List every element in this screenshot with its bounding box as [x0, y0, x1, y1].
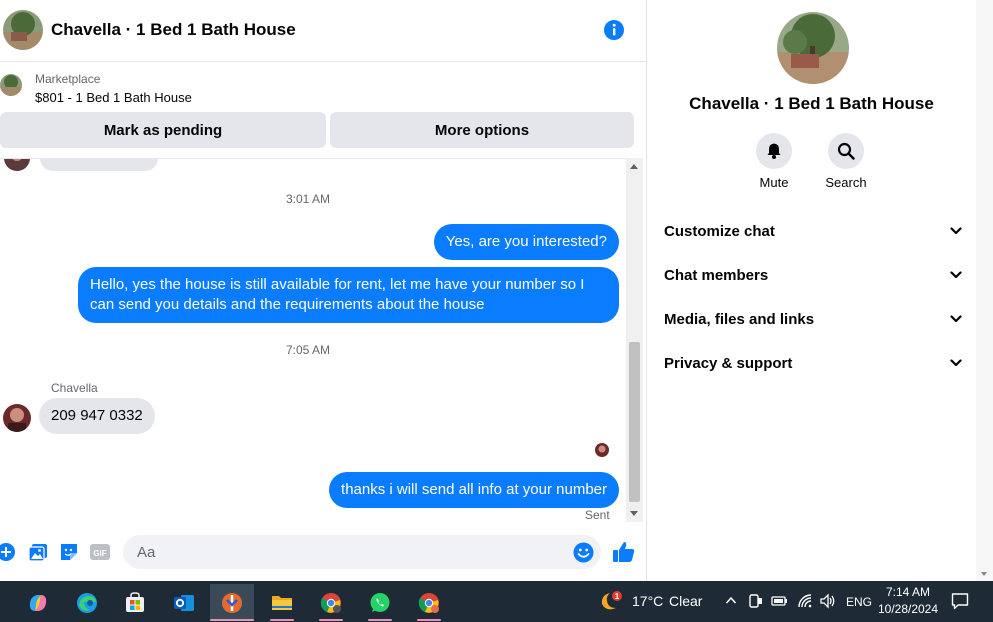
running-indicator	[417, 619, 441, 621]
message-bubble-incoming	[40, 159, 158, 171]
windows-taskbar: 1 17°C Clear ENG 7:14 AM 10/28/2024	[0, 581, 993, 622]
section-privacy-support[interactable]: Privacy & support	[664, 351, 962, 375]
chevron-down-icon	[950, 227, 962, 235]
chrome-icon	[320, 592, 341, 613]
message-bubble-incoming[interactable]: 209 947 0332	[39, 398, 155, 434]
gif-icon[interactable]: GIF	[90, 542, 110, 562]
edge-icon	[77, 592, 97, 613]
thumbs-up-icon[interactable]	[612, 540, 636, 564]
thread-scrollbar[interactable]	[626, 158, 643, 522]
message-input[interactable]	[123, 535, 601, 569]
sender-avatar[interactable]	[3, 404, 31, 432]
emoji-icon[interactable]	[573, 542, 594, 563]
clock-date[interactable]: 10/28/2024	[872, 602, 944, 616]
outlook-icon	[174, 594, 194, 611]
message-bubble-outgoing[interactable]: Hello, yes the house is still available …	[78, 267, 619, 323]
clock-time[interactable]: 7:14 AM	[872, 585, 944, 599]
scroll-up-arrow[interactable]	[630, 164, 638, 169]
chrome-profile-app[interactable]	[309, 584, 353, 621]
info-icon[interactable]	[603, 19, 625, 41]
weather-badge: 1	[615, 592, 620, 601]
copilot-app[interactable]	[16, 584, 60, 621]
chat-header: Chavella · 1 Bed 1 Bath House	[0, 0, 646, 62]
section-label: Media, files and links	[664, 310, 815, 328]
bell-icon	[767, 143, 781, 159]
timestamp: 7:05 AM	[285, 343, 331, 357]
photo-icon[interactable]	[28, 542, 48, 562]
section-label: Customize chat	[664, 222, 775, 240]
section-label: Chat members	[664, 266, 769, 284]
active-indicator	[210, 619, 254, 621]
weather-condition[interactable]: Clear	[669, 593, 702, 609]
section-label: Privacy & support	[664, 354, 793, 372]
running-indicator	[319, 619, 343, 621]
message-bubble-outgoing[interactable]: thanks i will send all info at your numb…	[329, 472, 619, 508]
conversation-info-panel: Chavella · 1 Bed 1 Bath House Mute Searc…	[646, 0, 993, 581]
plus-icon[interactable]	[0, 542, 16, 562]
folder-icon	[272, 595, 292, 610]
svg-text:GIF: GIF	[93, 549, 106, 558]
wifi-icon[interactable]	[797, 593, 813, 609]
section-customize-chat[interactable]: Customize chat	[664, 219, 962, 243]
mark-as-pending-button[interactable]: Mark as pending	[0, 112, 326, 148]
volume-icon[interactable]	[819, 593, 837, 609]
chevron-down-icon	[950, 359, 962, 367]
active-app[interactable]	[210, 584, 254, 621]
weather-temperature[interactable]: 17°C	[632, 593, 663, 609]
meet-icon[interactable]	[749, 593, 763, 609]
listing-thumbnail	[0, 74, 22, 96]
edge-app[interactable]	[65, 584, 109, 621]
battery-icon[interactable]	[771, 594, 788, 608]
weather-icon[interactable]: 1	[598, 590, 626, 614]
chevron-down-icon	[950, 271, 962, 279]
language-indicator[interactable]: ENG	[846, 595, 872, 609]
sender-name: Chavella	[51, 381, 98, 395]
avatar	[4, 159, 30, 171]
chrome-app[interactable]	[407, 584, 451, 621]
copilot-icon	[29, 594, 47, 611]
message-thread: 3:01 AM Yes, are you interested? Hello, …	[0, 158, 626, 522]
store-app[interactable]	[113, 584, 157, 621]
outlook-app[interactable]	[162, 584, 206, 621]
whatsapp-app[interactable]	[358, 584, 402, 621]
running-indicator	[270, 619, 294, 621]
search-button[interactable]	[828, 133, 864, 169]
chevron-down-icon	[950, 315, 962, 323]
chevron-up-icon[interactable]	[725, 595, 737, 605]
section-media-files-links[interactable]: Media, files and links	[664, 307, 962, 331]
conversation-title[interactable]: Chavella · 1 Bed 1 Bath House	[51, 20, 296, 40]
chat-window: Chavella · 1 Bed 1 Bath House Marketplac…	[0, 0, 646, 581]
store-icon	[126, 591, 144, 612]
conversation-avatar[interactable]	[3, 10, 43, 50]
profile-avatar[interactable]	[777, 12, 849, 84]
composer: GIF	[0, 528, 646, 576]
chrome-icon	[418, 592, 439, 613]
timestamp: 3:01 AM	[285, 192, 331, 206]
profile-name: Chavella · 1 Bed 1 Bath House	[689, 94, 934, 113]
search-icon	[837, 142, 855, 160]
message-status: Sent	[585, 508, 610, 522]
read-receipt-avatar	[595, 443, 609, 457]
running-indicator	[368, 619, 392, 621]
whatsapp-icon	[370, 592, 390, 612]
notification-icon[interactable]	[951, 592, 969, 610]
app-icon	[222, 592, 242, 613]
mute-button[interactable]	[756, 133, 792, 169]
marketplace-listing[interactable]: Marketplace $801 - 1 Bed 1 Bath House	[0, 66, 646, 108]
listing-title: $801 - 1 Bed 1 Bath House	[35, 90, 192, 105]
info-panel-scrollbar[interactable]	[976, 0, 993, 581]
search-label[interactable]: Search	[811, 175, 881, 190]
sticker-icon[interactable]	[59, 542, 79, 562]
more-options-button[interactable]: More options	[330, 112, 634, 148]
scroll-down-arrow[interactable]	[630, 511, 638, 516]
mute-label[interactable]: Mute	[739, 175, 809, 190]
scroll-thumb[interactable]	[629, 342, 640, 502]
section-chat-members[interactable]: Chat members	[664, 263, 962, 287]
marketplace-label: Marketplace	[35, 72, 101, 86]
file-explorer-app[interactable]	[260, 584, 304, 621]
scroll-down-arrow[interactable]	[981, 572, 987, 576]
message-bubble-outgoing[interactable]: Yes, are you interested?	[433, 224, 619, 260]
